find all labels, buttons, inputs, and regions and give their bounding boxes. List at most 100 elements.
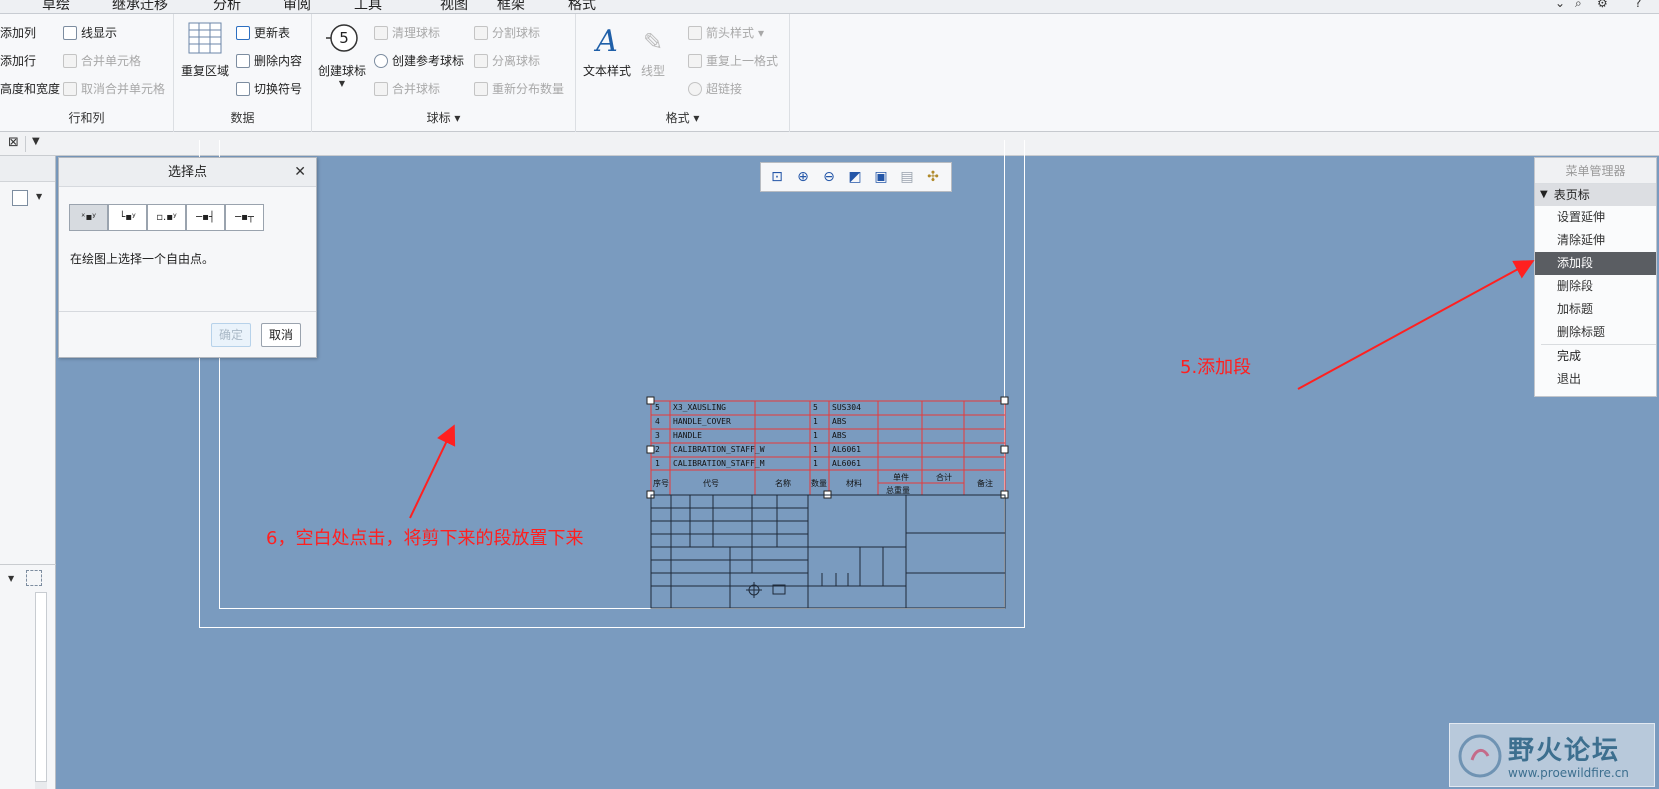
settings-icon[interactable]: ⚙ bbox=[1597, 0, 1611, 10]
redistribute-icon bbox=[474, 81, 488, 96]
repaint-icon[interactable]: ◩ bbox=[845, 167, 865, 187]
list-options-icon[interactable] bbox=[12, 190, 28, 206]
chevron-down-icon[interactable]: ▼ bbox=[36, 192, 42, 201]
zoom-in-icon[interactable]: ⊕ bbox=[793, 167, 813, 187]
tab-framework[interactable]: 框架 bbox=[497, 0, 525, 14]
split-icon bbox=[474, 25, 488, 40]
left-panel: ▼ ▼ bbox=[0, 156, 56, 789]
create-balloon-button[interactable]: 5 创建球标 ▼ bbox=[316, 22, 368, 88]
display-style-icon[interactable]: ▣ bbox=[871, 167, 891, 187]
tab-legacy-migration[interactable]: 继承迁移 bbox=[112, 0, 168, 14]
menu-manager: 菜单管理器 ▼ 表页标 设置延伸 清除延伸 添加段 删除段 加标题 删除标题 完… bbox=[1534, 157, 1657, 397]
menu-item-delete-title[interactable]: 删除标题 bbox=[1535, 321, 1656, 344]
unmerge-cells-button[interactable]: 取消合并单元格 bbox=[63, 80, 165, 97]
dialog-footer: 确定 取消 bbox=[59, 311, 316, 357]
chevron-down-icon[interactable]: ▼ bbox=[316, 79, 368, 88]
balloon-5-icon: 5 bbox=[326, 24, 358, 52]
svg-text:5: 5 bbox=[339, 29, 349, 47]
ribbon-tab-bar: 草绘 继承迁移 分析 审阅 工具 视图 框架 格式 ⌄ ⌕ ⚙ ? bbox=[0, 0, 1659, 14]
tab-view[interactable]: 视图 bbox=[440, 0, 468, 14]
scrollbar-lower[interactable] bbox=[35, 782, 47, 789]
delete-content-button[interactable]: 删除内容 bbox=[236, 52, 302, 69]
group-rows-cols: 添加列 添加行 高度和宽度 线显示 合并单元格 取消合并单元格 行和列 bbox=[0, 14, 174, 132]
add-row-button[interactable]: 添加行 bbox=[0, 52, 36, 69]
tree-filter-icon[interactable] bbox=[26, 570, 42, 586]
on-entity-icon: ─▪┬ bbox=[235, 212, 254, 223]
dropdown-icon[interactable]: ▼ bbox=[32, 136, 40, 147]
repeat-format-button[interactable]: 重复上一格式 bbox=[688, 52, 778, 69]
arrow-to-add-segment bbox=[1297, 260, 1535, 390]
menu-item-exit[interactable]: 退出 bbox=[1535, 368, 1656, 391]
line-style-button[interactable]: ✎ 线型 bbox=[636, 22, 670, 79]
group-label-balloon[interactable]: 球标 ▾ bbox=[312, 109, 575, 126]
merge-cells-button[interactable]: 合并单元格 bbox=[63, 52, 141, 69]
clean-balloon-button[interactable]: 清理球标 bbox=[374, 24, 440, 41]
dialog-title-bar: 选择点 ✕ bbox=[59, 158, 316, 187]
tab-analysis[interactable]: 分析 bbox=[213, 0, 241, 14]
cancel-button[interactable]: 取消 bbox=[261, 323, 302, 347]
arrow-style-button[interactable]: 箭头样式 ▾ bbox=[688, 24, 764, 41]
annotation-step5: 5.添加段 bbox=[1180, 357, 1252, 378]
tab-format[interactable]: 格式 bbox=[568, 0, 596, 14]
menu-item-clear-extension[interactable]: 清除延伸 bbox=[1535, 229, 1656, 252]
search-icon[interactable]: ⌕ bbox=[1575, 0, 1589, 10]
absolute-coord-icon: └▪ʸ bbox=[119, 212, 136, 223]
height-width-button[interactable]: 高度和宽度 bbox=[0, 80, 60, 97]
detach-balloon-button[interactable]: 分离球标 bbox=[474, 52, 540, 69]
create-ref-balloon-button[interactable]: 创建参考球标 bbox=[374, 52, 464, 69]
minimize-icon[interactable]: ⌄ bbox=[1555, 0, 1569, 10]
merge-balloon-button[interactable]: 合并球标 bbox=[374, 80, 440, 97]
annotation-display-icon[interactable]: ✣ bbox=[923, 167, 943, 187]
repeat-region-button[interactable]: 重复区域 bbox=[180, 22, 230, 79]
menu-item-add-segment[interactable]: 添加段 bbox=[1535, 252, 1656, 275]
menu-section-header[interactable]: ▼ 表页标 bbox=[1535, 184, 1656, 206]
on-vertex-button[interactable]: ─▪┤ bbox=[186, 204, 225, 231]
menu-item-delete-segment[interactable]: 删除段 bbox=[1535, 275, 1656, 298]
eraser-icon bbox=[236, 53, 250, 68]
hyperlink-button[interactable]: 超链接 bbox=[688, 80, 742, 97]
group-label-rows-cols: 行和列 bbox=[68, 111, 105, 125]
menu-item-done[interactable]: 完成 bbox=[1535, 345, 1656, 368]
free-point-button[interactable]: ˣ▪ʸ bbox=[69, 204, 108, 231]
pen-icon: ✎ bbox=[642, 28, 664, 56]
merge-balloon-icon bbox=[374, 81, 388, 96]
on-entity-button[interactable]: ─▪┬ bbox=[225, 204, 264, 231]
help-icon[interactable]: ? bbox=[1635, 0, 1649, 10]
update-table-button[interactable]: 更新表 bbox=[236, 24, 290, 41]
detach-icon bbox=[474, 53, 488, 68]
redistribute-qty-button[interactable]: 重新分布数量 bbox=[474, 80, 564, 97]
chevron-down-icon[interactable]: ▼ bbox=[8, 574, 14, 583]
ribbon: 添加列 添加行 高度和宽度 线显示 合并单元格 取消合并单元格 行和列 重复区域… bbox=[0, 14, 1659, 132]
zoom-out-icon[interactable]: ⊖ bbox=[819, 167, 839, 187]
clean-icon bbox=[374, 25, 388, 40]
link-icon bbox=[688, 81, 702, 96]
menu-item-set-extension[interactable]: 设置延伸 bbox=[1535, 206, 1656, 229]
text-style-button[interactable]: A 文本样式 bbox=[580, 22, 634, 79]
ok-button[interactable]: 确定 bbox=[211, 323, 252, 347]
free-point-icon: ˣ▪ʸ bbox=[81, 212, 96, 223]
close-icon[interactable]: ✕ bbox=[294, 158, 306, 187]
view-toolbar: ⊡ ⊕ ⊖ ◩ ▣ ▤ ✣ bbox=[760, 162, 952, 192]
scrollbar[interactable] bbox=[35, 592, 47, 782]
add-column-button[interactable]: 添加列 bbox=[0, 24, 36, 41]
split-balloon-button[interactable]: 分割球标 bbox=[474, 24, 540, 41]
zoom-fit-icon[interactable]: ⊡ bbox=[767, 167, 787, 187]
menu-manager-title: 菜单管理器 bbox=[1535, 158, 1656, 184]
dialog-instruction: 在绘图上选择一个自由点。 bbox=[70, 252, 215, 266]
absolute-coord-button[interactable]: └▪ʸ bbox=[108, 204, 147, 231]
relative-coord-button[interactable]: ▫.▪ʸ bbox=[147, 204, 186, 231]
close-panel-icon[interactable]: ⊠ bbox=[8, 135, 19, 150]
sheet-icon[interactable]: ▤ bbox=[897, 167, 917, 187]
tab-sketch[interactable]: 草绘 bbox=[42, 0, 70, 14]
watermark: 野火论坛 www.proewildfire.cn bbox=[1449, 723, 1655, 787]
select-point-dialog: 选择点 ✕ ˣ▪ʸ └▪ʸ ▫.▪ʸ ─▪┤ ─▪┬ 在绘图上选择一个自由点。 … bbox=[58, 157, 317, 358]
group-label-format[interactable]: 格式 ▾ bbox=[576, 109, 789, 126]
tab-review[interactable]: 审阅 bbox=[283, 0, 311, 14]
line-display-button[interactable]: 线显示 bbox=[63, 24, 117, 41]
menu-item-add-title[interactable]: 加标题 bbox=[1535, 298, 1656, 321]
watermark-logo-icon bbox=[1458, 734, 1502, 778]
dialog-title: 选择点 bbox=[167, 165, 207, 180]
tab-tools[interactable]: 工具 bbox=[354, 0, 382, 14]
panel-divider bbox=[0, 564, 56, 565]
toggle-symbol-button[interactable]: 切换符号 bbox=[236, 80, 302, 97]
